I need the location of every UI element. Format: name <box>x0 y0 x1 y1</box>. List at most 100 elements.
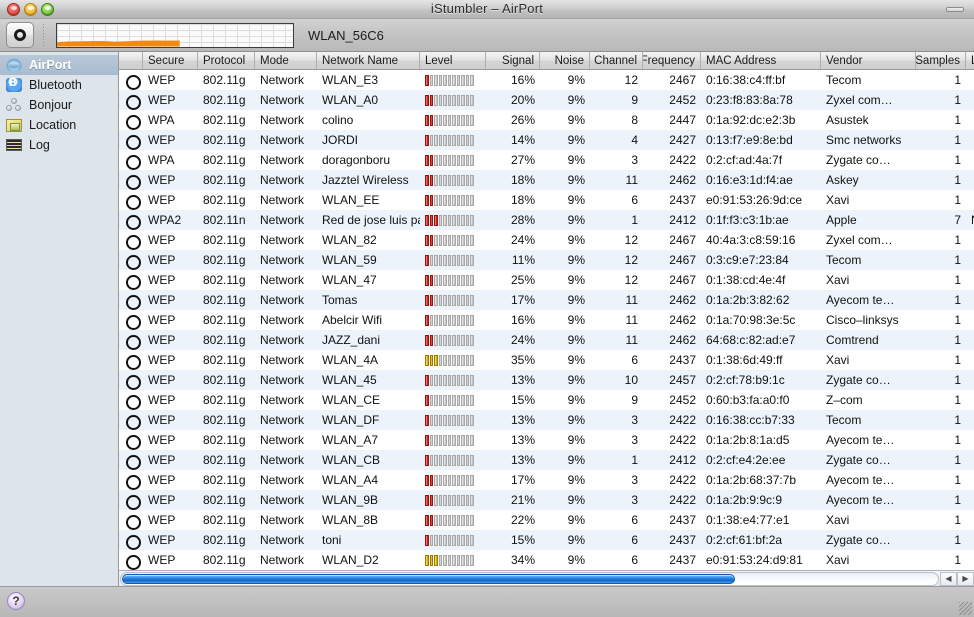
scroll-right-icon[interactable]: ▶ <box>957 571 974 586</box>
column-header-lock[interactable] <box>119 52 143 69</box>
column-header-proto[interactable]: Protocol <box>198 52 255 69</box>
meter-segment <box>443 414 447 426</box>
meter-segment <box>452 374 456 386</box>
table-row[interactable]: WEP 802.11g Network WLAN_A7 13% 9% 3 2422 0:1a:2… <box>119 430 974 450</box>
cell-name: JORDI <box>322 133 358 147</box>
cell-mode: Network <box>260 273 305 287</box>
scrollbar-thumb[interactable] <box>122 573 735 584</box>
column-header-channel[interactable]: Channel <box>590 52 643 69</box>
table-row[interactable]: WEP 802.11g Network WLAN_E3 16% 9% 12 2467 0:16:… <box>119 70 974 90</box>
table-row[interactable]: WEP 802.11g Network JAZZ_dani 24% 9% 11 2462 64:… <box>119 330 974 350</box>
scan-toggle-button[interactable] <box>6 22 34 48</box>
cell-mac: 0:16:e3:1d:f4:ae <box>706 173 793 187</box>
table-row[interactable]: WEP 802.11g Network WLAN_9B 21% 9% 3 2422 0:1a:2… <box>119 490 974 510</box>
cell-freq: 2462 <box>669 293 696 307</box>
table-row[interactable]: WEP 802.11g Network WLAN_CB 13% 9% 1 2412 0:2:cf… <box>119 450 974 470</box>
column-header-noise[interactable]: Noise <box>540 52 590 69</box>
meter-segment <box>447 514 451 526</box>
table-row[interactable]: WEP 802.11g Network Jazztel Wireless 18% 9% 11… <box>119 170 974 190</box>
table-row[interactable]: WEP 802.11g Network WLAN_CE 15% 9% 9 2452 0:60:b… <box>119 390 974 410</box>
meter-segment <box>438 194 442 206</box>
meter-segment <box>429 254 433 266</box>
sidebar-item-location[interactable]: Location <box>0 115 118 135</box>
meter-segment <box>456 454 460 466</box>
column-header-vendor[interactable]: Vendor <box>821 52 916 69</box>
cell-mode: Network <box>260 193 305 207</box>
toolbar-selected-network-label: WLAN_56C6 <box>308 27 384 43</box>
cell-mac: 0:16:38:c4:ff:bf <box>706 73 786 87</box>
cell-signal: 27% <box>510 153 535 167</box>
cell-noise: 9% <box>567 173 585 187</box>
column-header-loc[interactable]: Loc <box>966 52 974 69</box>
sidebar-item-log[interactable]: Log <box>0 135 118 155</box>
cell-lock <box>119 330 143 350</box>
cell-loc <box>966 550 974 570</box>
scrollbar-track[interactable] <box>120 571 939 586</box>
table-row[interactable]: WEP 802.11g Network WLAN_A4 17% 9% 3 2422 0:1a:2… <box>119 470 974 490</box>
table-row[interactable]: WEP 802.11g Network JORDI 14% 9% 4 2427 0:13:f7:… <box>119 130 974 150</box>
cell-level-meter <box>420 350 486 370</box>
cell-lock <box>119 110 143 130</box>
cell-secure: WEP <box>148 253 176 267</box>
column-header-level[interactable]: Level <box>420 52 486 69</box>
sidebar-item-bluetooth[interactable]: B Bluetooth <box>0 75 118 95</box>
cell-proto: 802.11g <box>203 533 246 547</box>
table-row[interactable]: WEP 802.11g Network WLAN_A0 20% 9% 9 2452 0:23:f… <box>119 90 974 110</box>
meter-segment <box>456 174 460 186</box>
meter-segment <box>456 514 460 526</box>
table-row[interactable]: WEP 802.11g Network toni 15% 9% 6 2437 0:2:cf:61… <box>119 530 974 550</box>
lock-closed-icon <box>125 94 141 110</box>
table-row[interactable]: WEP 802.11g Network WLAN_47 25% 9% 12 2467 0:1:3… <box>119 270 974 290</box>
cell-vendor: Ayecom te… <box>826 473 895 487</box>
cell-channel: 3 <box>631 413 638 427</box>
table-row[interactable]: WEP 802.11g Network WLAN_D2 34% 9% 6 2437 e0:91:… <box>119 550 974 570</box>
table-row[interactable]: WEP 802.11g Network Tomas 17% 9% 11 2462 0:1a:2b… <box>119 290 974 310</box>
column-header-mac[interactable]: MAC Address <box>701 52 821 69</box>
cell-channel: 6 <box>631 533 638 547</box>
resize-grip[interactable] <box>959 602 972 615</box>
meter-segment <box>425 514 429 526</box>
signal-level-meter <box>425 174 474 186</box>
horizontal-scrollbar[interactable]: ◀ ▶ <box>119 570 974 586</box>
cell-proto: 802.11g <box>203 513 246 527</box>
cell-level-meter <box>420 290 486 310</box>
column-header-name[interactable]: Network Name <box>317 52 420 69</box>
cell-mac: 0:2:cf:78:b9:1c <box>706 373 785 387</box>
signal-level-meter <box>425 294 474 306</box>
scrollbar-arrows: ◀ ▶ <box>940 571 974 586</box>
table-row[interactable]: WPA 802.11g Network doragonboru 27% 9% 3 2422 0:… <box>119 150 974 170</box>
sidebar-item-airport[interactable]: AirPort <box>0 55 118 75</box>
cell-level-meter <box>420 450 486 470</box>
table-row[interactable]: WPA2 802.11n Network Red de jose luis pa 28%… <box>119 210 974 230</box>
table-row[interactable]: WPA 802.11g Network colino 26% 9% 8 2447 0:1a:92… <box>119 110 974 130</box>
column-header-signal[interactable]: Signal <box>486 52 540 69</box>
table-row[interactable]: WEP 802.11g Network WLAN_DF 13% 9% 3 2422 0:16:3… <box>119 410 974 430</box>
table-row[interactable]: WEP 802.11g Network WLAN_4A 35% 9% 6 2437 0:1:38… <box>119 350 974 370</box>
table-row[interactable]: WEP 802.11g Network WLAN_8B 22% 9% 6 2437 0:1:38… <box>119 510 974 530</box>
cell-vendor: Zyxel com… <box>826 93 893 107</box>
cell-level-meter <box>420 370 486 390</box>
table-row[interactable]: WEP 802.11g Network WLAN_45 13% 9% 10 2457 0:2:c… <box>119 370 974 390</box>
column-header-samples[interactable]: Samples <box>916 52 966 69</box>
help-button[interactable]: ? <box>7 592 25 610</box>
cell-samples: 1 <box>954 113 961 127</box>
column-header-freq[interactable]: Frequency <box>643 52 701 69</box>
cell-noise: 9% <box>567 133 585 147</box>
sidebar-item-bonjour[interactable]: Bonjour <box>0 95 118 115</box>
table-row[interactable]: WEP 802.11g Network Abelcir Wifi 16% 9% 11 2462… <box>119 310 974 330</box>
scroll-left-icon[interactable]: ◀ <box>940 571 957 586</box>
meter-segment <box>461 134 465 146</box>
cell-proto: 802.11g <box>203 93 246 107</box>
meter-segment <box>429 474 433 486</box>
meter-segment <box>438 414 442 426</box>
column-header-secure[interactable]: Secure <box>143 52 198 69</box>
table-row[interactable]: WEP 802.11g Network WLAN_82 24% 9% 12 2467 40:4a… <box>119 230 974 250</box>
column-header-mode[interactable]: Mode <box>255 52 317 69</box>
cell-mode: Network <box>260 233 305 247</box>
meter-segment <box>452 114 456 126</box>
table-row[interactable]: WEP 802.11g Network WLAN_EE 18% 9% 6 2437 e0:91:… <box>119 190 974 210</box>
toolbar-toggle-button[interactable] <box>946 7 964 12</box>
meter-segment <box>447 294 451 306</box>
table-row[interactable]: WEP 802.11g Network WLAN_59 11% 9% 12 2467 0:3:c… <box>119 250 974 270</box>
meter-segment <box>456 434 460 446</box>
